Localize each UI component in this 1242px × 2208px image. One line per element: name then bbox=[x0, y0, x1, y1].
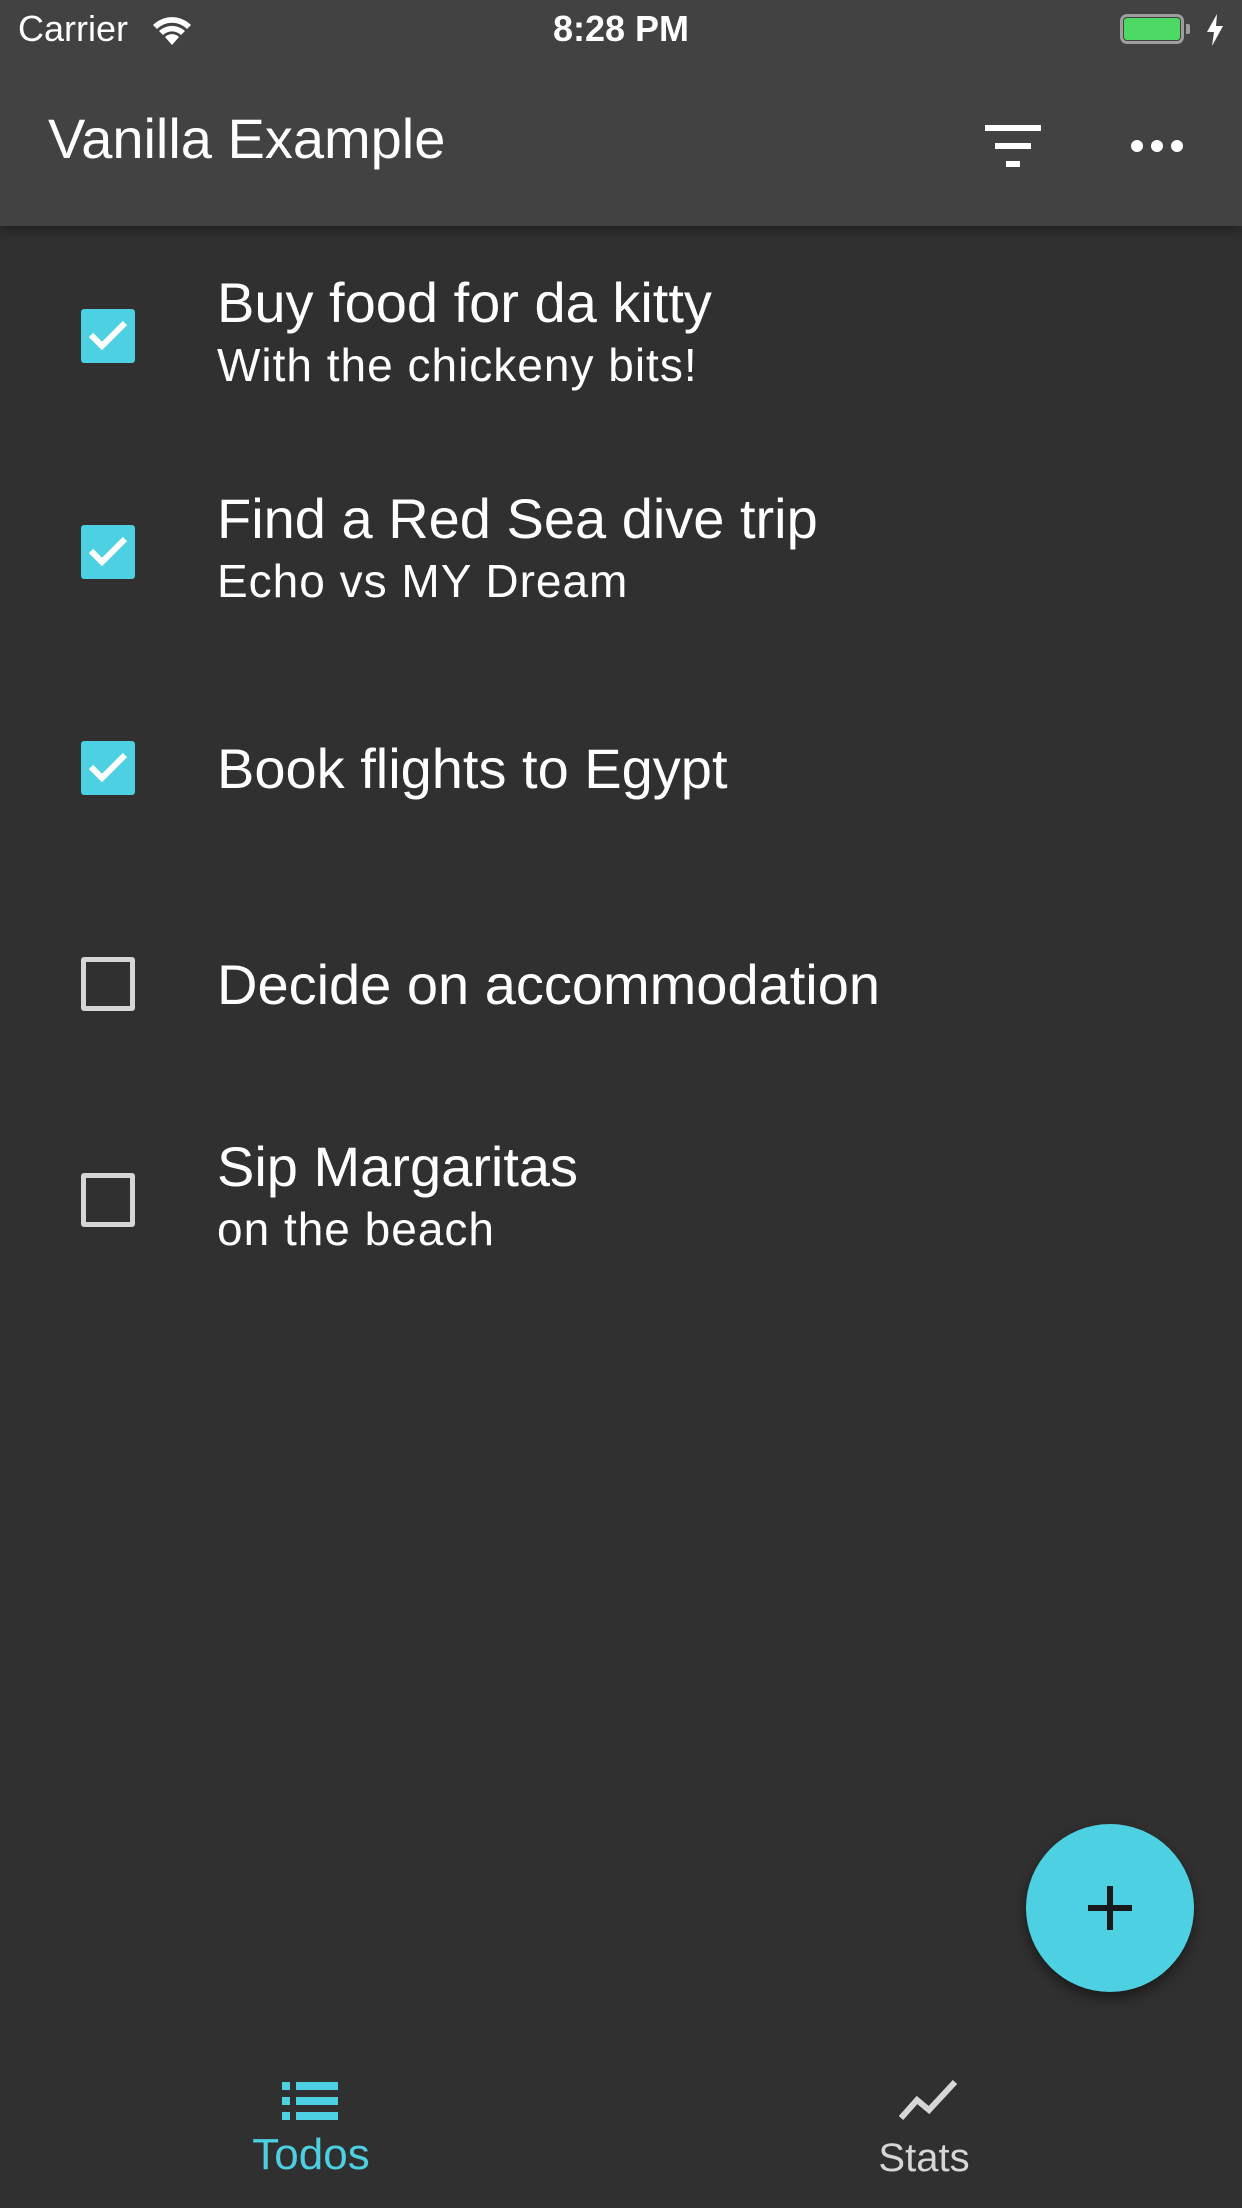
check-icon bbox=[88, 752, 128, 783]
charging-bolt-icon bbox=[1207, 14, 1223, 46]
todo-list: Buy food for da kitty With the chickeny … bbox=[0, 226, 1242, 1306]
list-icon bbox=[282, 2082, 338, 2120]
top-bar: Carrier 8:28 PM Vanilla Example bbox=[0, 0, 1242, 226]
todo-item[interactable]: Decide on accommodation bbox=[0, 874, 1242, 1090]
todo-checkbox[interactable] bbox=[81, 741, 135, 795]
tab-label: Stats bbox=[878, 2136, 970, 2180]
todo-note: Echo vs MY Dream bbox=[217, 555, 629, 607]
check-icon bbox=[88, 320, 128, 351]
filter-button[interactable] bbox=[968, 106, 1058, 186]
todo-item[interactable]: Sip Margaritas on the beach bbox=[0, 1090, 1242, 1306]
todo-item[interactable]: Book flights to Egypt bbox=[0, 658, 1242, 874]
todo-checkbox[interactable] bbox=[81, 1173, 135, 1227]
battery-icon bbox=[1120, 12, 1192, 48]
bottom-navigation: Todos Stats bbox=[0, 2040, 1242, 2208]
todo-title: Decide on accommodation bbox=[217, 953, 881, 1016]
more-horiz-icon bbox=[1131, 140, 1183, 152]
add-todo-button[interactable] bbox=[1026, 1824, 1194, 1992]
tab-todos[interactable]: Todos bbox=[0, 2040, 621, 2208]
page-title: Vanilla Example bbox=[48, 107, 446, 170]
todo-checkbox[interactable] bbox=[81, 309, 135, 363]
todo-item[interactable]: Buy food for da kitty With the chickeny … bbox=[0, 226, 1242, 442]
battery-level-fill bbox=[1124, 18, 1180, 40]
status-time: 8:28 PM bbox=[552, 8, 690, 49]
tab-stats[interactable]: Stats bbox=[621, 2040, 1242, 2208]
add-icon bbox=[1088, 1886, 1132, 1930]
todo-title: Book flights to Egypt bbox=[217, 737, 728, 800]
todo-screen: Carrier 8:28 PM Vanilla Example Buy food… bbox=[0, 0, 1242, 2208]
more-options-button[interactable] bbox=[1112, 106, 1202, 186]
todo-title: Buy food for da kitty bbox=[217, 271, 712, 334]
todo-note: on the beach bbox=[217, 1203, 496, 1255]
app-bar: Vanilla Example bbox=[0, 62, 1242, 226]
todo-title: Sip Margaritas bbox=[217, 1135, 579, 1198]
todo-note: With the chickeny bits! bbox=[217, 339, 698, 391]
status-bar: Carrier 8:28 PM bbox=[0, 0, 1242, 62]
show-chart-icon bbox=[899, 2079, 958, 2120]
todo-item[interactable]: Find a Red Sea dive trip Echo vs MY Drea… bbox=[0, 442, 1242, 658]
todo-title: Find a Red Sea dive trip bbox=[217, 487, 818, 550]
check-icon bbox=[88, 536, 128, 567]
filter-list-icon bbox=[985, 125, 1041, 167]
todo-checkbox[interactable] bbox=[81, 525, 135, 579]
todo-checkbox[interactable] bbox=[81, 957, 135, 1011]
